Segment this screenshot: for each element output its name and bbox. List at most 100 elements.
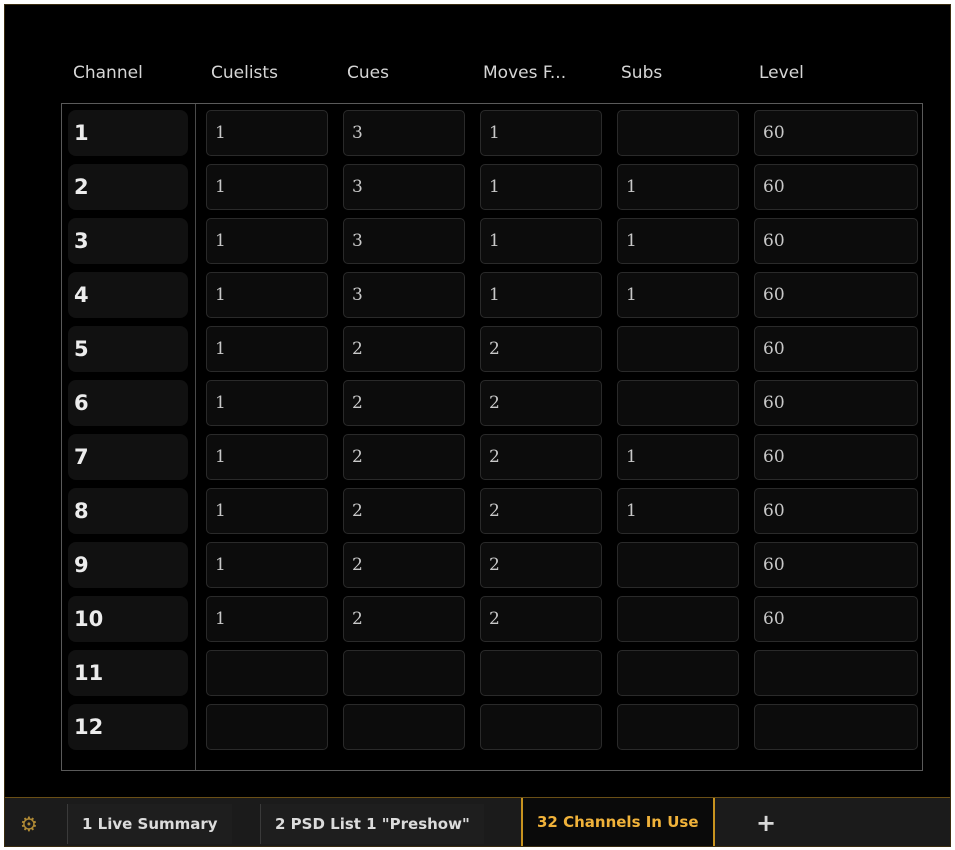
channel-number[interactable]: 10 — [68, 596, 188, 642]
subs-cell[interactable]: 1 — [617, 434, 739, 480]
moves-cell[interactable] — [480, 650, 602, 696]
cues-cell[interactable]: 3 — [343, 164, 465, 210]
level-cell[interactable]: 60 — [754, 542, 918, 588]
cuelists-cell[interactable]: 1 — [206, 434, 328, 480]
channel-number[interactable]: 6 — [68, 380, 188, 426]
subs-cell[interactable]: 1 — [617, 488, 739, 534]
column-header-row: Channel Cuelists Cues Moves F... Subs Le… — [65, 63, 925, 95]
column-header-subs[interactable]: Subs — [621, 63, 662, 83]
table-row[interactable]: 10 1 2 2 60 — [62, 596, 922, 642]
tab-live-summary[interactable]: 1 Live Summary — [67, 804, 232, 844]
subs-cell[interactable] — [617, 380, 739, 426]
cues-cell[interactable] — [343, 650, 465, 696]
channels-table: 1 1 3 1 60 2 1 3 1 1 60 3 1 3 1 1 60 4 1 3 1 1 60 5 1 2 2 60 6 1 2 2 60 7… — [61, 103, 923, 771]
level-cell[interactable]: 60 — [754, 488, 918, 534]
channel-number[interactable]: 9 — [68, 542, 188, 588]
channel-number[interactable]: 5 — [68, 326, 188, 372]
cues-cell[interactable]: 3 — [343, 218, 465, 264]
column-header-level[interactable]: Level — [759, 63, 804, 83]
window-frame: Channel Cuelists Cues Moves F... Subs Le… — [4, 4, 951, 847]
level-cell[interactable]: 60 — [754, 272, 918, 318]
cues-cell[interactable]: 2 — [343, 542, 465, 588]
subs-cell[interactable] — [617, 542, 739, 588]
column-header-channel[interactable]: Channel — [73, 63, 143, 83]
moves-cell[interactable]: 1 — [480, 110, 602, 156]
plus-icon[interactable]: + — [753, 810, 779, 836]
channel-number[interactable]: 12 — [68, 704, 188, 750]
table-row[interactable]: 1 1 3 1 60 — [62, 110, 922, 156]
channel-number[interactable]: 8 — [68, 488, 188, 534]
cuelists-cell[interactable]: 1 — [206, 596, 328, 642]
tab-channels-in-use[interactable]: 32 Channels In Use — [521, 798, 715, 846]
subs-cell[interactable] — [617, 326, 739, 372]
moves-cell[interactable]: 1 — [480, 164, 602, 210]
cuelists-cell[interactable]: 1 — [206, 218, 328, 264]
subs-cell[interactable] — [617, 704, 739, 750]
cuelists-cell[interactable]: 1 — [206, 272, 328, 318]
table-row[interactable]: 6 1 2 2 60 — [62, 380, 922, 426]
table-row[interactable]: 11 — [62, 650, 922, 696]
level-cell[interactable]: 60 — [754, 434, 918, 480]
moves-cell[interactable]: 2 — [480, 596, 602, 642]
level-cell[interactable]: 60 — [754, 596, 918, 642]
cues-cell[interactable] — [343, 704, 465, 750]
level-cell[interactable] — [754, 704, 918, 750]
subs-cell[interactable]: 1 — [617, 272, 739, 318]
cues-cell[interactable]: 2 — [343, 326, 465, 372]
channel-number[interactable]: 4 — [68, 272, 188, 318]
channel-number[interactable]: 11 — [68, 650, 188, 696]
channel-number[interactable]: 2 — [68, 164, 188, 210]
cues-cell[interactable]: 3 — [343, 272, 465, 318]
subs-cell[interactable]: 1 — [617, 218, 739, 264]
table-row[interactable]: 9 1 2 2 60 — [62, 542, 922, 588]
table-row[interactable]: 12 — [62, 704, 922, 750]
level-cell[interactable]: 60 — [754, 218, 918, 264]
channel-number[interactable]: 3 — [68, 218, 188, 264]
channel-number[interactable]: 7 — [68, 434, 188, 480]
level-cell[interactable]: 60 — [754, 380, 918, 426]
channel-number[interactable]: 1 — [68, 110, 188, 156]
subs-cell[interactable] — [617, 650, 739, 696]
tab-psd-list[interactable]: 2 PSD List 1 "Preshow" — [260, 804, 484, 844]
subs-cell[interactable] — [617, 110, 739, 156]
subs-cell[interactable]: 1 — [617, 164, 739, 210]
cuelists-cell[interactable] — [206, 650, 328, 696]
table-row[interactable]: 7 1 2 2 1 60 — [62, 434, 922, 480]
table-row[interactable]: 5 1 2 2 60 — [62, 326, 922, 372]
moves-cell[interactable]: 2 — [480, 542, 602, 588]
level-cell[interactable] — [754, 650, 918, 696]
gear-icon[interactable]: ⚙ — [17, 812, 41, 836]
cuelists-cell[interactable]: 1 — [206, 164, 328, 210]
moves-cell[interactable]: 2 — [480, 434, 602, 480]
cues-cell[interactable]: 2 — [343, 380, 465, 426]
level-cell[interactable]: 60 — [754, 326, 918, 372]
level-cell[interactable]: 60 — [754, 164, 918, 210]
cuelists-cell[interactable] — [206, 704, 328, 750]
cues-cell[interactable]: 2 — [343, 488, 465, 534]
moves-cell[interactable]: 2 — [480, 326, 602, 372]
subs-cell[interactable] — [617, 596, 739, 642]
level-cell[interactable]: 60 — [754, 110, 918, 156]
moves-cell[interactable]: 1 — [480, 218, 602, 264]
cuelists-cell[interactable]: 1 — [206, 110, 328, 156]
tab-bar: ⚙ 1 Live Summary 2 PSD List 1 "Preshow" … — [5, 797, 950, 846]
cuelists-cell[interactable]: 1 — [206, 380, 328, 426]
column-header-moves[interactable]: Moves F... — [483, 63, 566, 83]
column-header-cues[interactable]: Cues — [347, 63, 389, 83]
table-row[interactable]: 2 1 3 1 1 60 — [62, 164, 922, 210]
moves-cell[interactable]: 2 — [480, 488, 602, 534]
cuelists-cell[interactable]: 1 — [206, 326, 328, 372]
cues-cell[interactable]: 2 — [343, 596, 465, 642]
moves-cell[interactable] — [480, 704, 602, 750]
moves-cell[interactable]: 1 — [480, 272, 602, 318]
cuelists-cell[interactable]: 1 — [206, 542, 328, 588]
table-row[interactable]: 8 1 2 2 1 60 — [62, 488, 922, 534]
cues-cell[interactable]: 3 — [343, 110, 465, 156]
cues-cell[interactable]: 2 — [343, 434, 465, 480]
table-row[interactable]: 4 1 3 1 1 60 — [62, 272, 922, 318]
column-header-cuelists[interactable]: Cuelists — [211, 63, 278, 83]
channels-in-use-panel: Channel Cuelists Cues Moves F... Subs Le… — [5, 5, 950, 796]
table-row[interactable]: 3 1 3 1 1 60 — [62, 218, 922, 264]
moves-cell[interactable]: 2 — [480, 380, 602, 426]
cuelists-cell[interactable]: 1 — [206, 488, 328, 534]
